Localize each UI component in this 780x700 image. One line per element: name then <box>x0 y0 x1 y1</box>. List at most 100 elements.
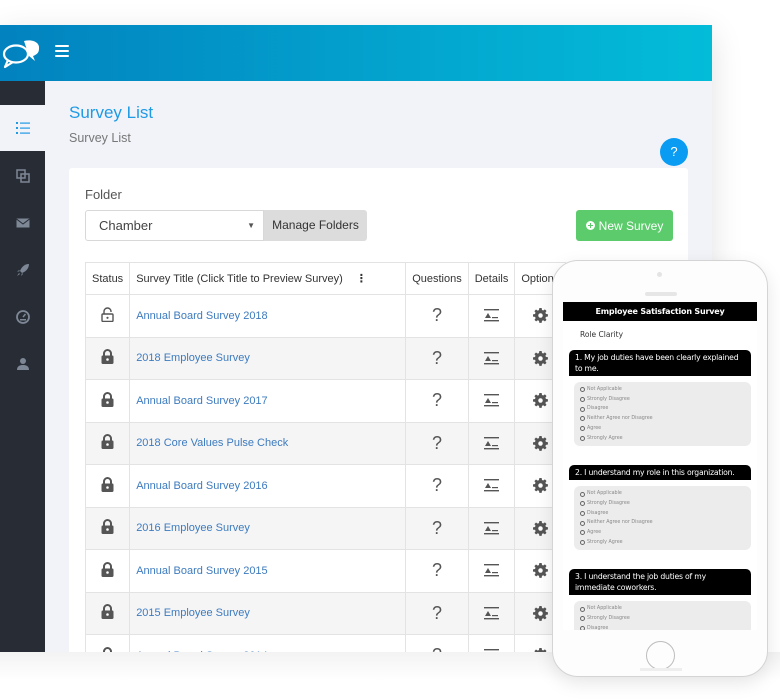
sidebar-item-dashboard[interactable] <box>0 294 45 340</box>
column-header-title: Survey Title (Click Title to Preview Sur… <box>129 262 407 295</box>
details-icon[interactable] <box>484 394 500 407</box>
option-label: Strongly Agree <box>587 539 623 545</box>
speech-bubbles-icon[interactable] <box>2 37 42 69</box>
status-cell <box>84 464 131 508</box>
preview-radio-option[interactable]: Agree <box>580 424 745 434</box>
details-icon[interactable] <box>484 521 500 535</box>
preview-radio-option[interactable]: Neither Agree nor Disagree <box>580 518 745 528</box>
questions-cell: ? <box>405 379 469 423</box>
details-cell <box>467 336 516 380</box>
questions-icon[interactable]: ? <box>432 475 442 495</box>
radio-icon <box>580 387 585 393</box>
option-label: Strongly Disagree <box>587 396 630 402</box>
preview-radio-option[interactable]: Disagree <box>580 509 745 519</box>
preview-radio-option[interactable]: Not Applicable <box>580 489 745 499</box>
gear-icon[interactable] <box>532 563 548 579</box>
phone-preview: Employee Satisfaction Survey Role Clarit… <box>552 260 768 677</box>
table-row: Annual Board Survey 2016 ? <box>84 464 567 508</box>
preview-radio-option[interactable]: Not Applicable <box>580 385 745 395</box>
survey-title-link[interactable]: 2016 Employee Survey <box>136 522 250 534</box>
plus-circle-icon <box>585 221 595 230</box>
help-button[interactable]: ? <box>660 138 688 166</box>
kebab-menu-icon[interactable]: ⋮ <box>356 272 367 285</box>
details-icon[interactable] <box>484 309 500 322</box>
questions-icon[interactable]: ? <box>432 603 442 623</box>
sidebar-item-email[interactable] <box>0 200 45 246</box>
radio-icon <box>580 540 585 546</box>
gear-icon[interactable] <box>532 350 548 366</box>
preview-radio-option[interactable]: Agree <box>580 528 745 538</box>
gear-icon[interactable] <box>532 605 548 621</box>
survey-title-link[interactable]: Annual Board Survey 2017 <box>136 395 267 407</box>
preview-radio-option[interactable]: Strongly Agree <box>580 538 745 548</box>
questions-cell: ? <box>405 294 469 338</box>
option-label: Disagree <box>587 625 609 630</box>
folder-select[interactable]: Chamber ▼ <box>85 210 264 241</box>
title-cell: 2016 Employee Survey <box>129 506 407 550</box>
new-survey-button[interactable]: New Survey <box>576 210 673 241</box>
preview-question: 3. I understand the job duties of my imm… <box>569 569 751 596</box>
questions-icon[interactable]: ? <box>432 645 442 652</box>
radio-icon <box>580 435 585 441</box>
option-label: Neither Agree nor Disagree <box>587 416 653 422</box>
details-cell <box>467 294 516 338</box>
survey-title-link[interactable]: Annual Board Survey 2018 <box>136 310 267 322</box>
hamburger-icon[interactable] <box>55 45 69 59</box>
sidebar-item-launch[interactable] <box>0 247 45 293</box>
gear-icon[interactable] <box>532 435 548 451</box>
preview-radio-option[interactable]: Disagree <box>580 404 745 414</box>
gear-icon[interactable] <box>532 478 548 494</box>
folder-label: Folder <box>85 187 122 202</box>
questions-cell: ? <box>405 506 469 550</box>
details-icon[interactable] <box>484 479 500 492</box>
survey-title-link[interactable]: Annual Board Survey 2015 <box>136 565 267 577</box>
user-icon <box>16 358 29 370</box>
questions-icon[interactable]: ? <box>432 560 442 580</box>
survey-title-link[interactable]: Annual Board Survey 2016 <box>136 480 267 492</box>
status-cell <box>84 294 131 338</box>
lock-icon <box>101 349 114 365</box>
radio-icon <box>580 520 585 526</box>
details-icon[interactable] <box>484 436 500 450</box>
details-cell <box>467 464 516 508</box>
gear-icon[interactable] <box>532 393 548 409</box>
gear-icon[interactable] <box>532 308 548 324</box>
option-label: Strongly Disagree <box>587 500 630 506</box>
survey-title-link[interactable]: 2018 Core Values Pulse Check <box>136 437 288 449</box>
table-row: 2018 Employee Survey ? <box>84 336 567 380</box>
questions-icon[interactable]: ? <box>432 305 442 325</box>
radio-icon <box>580 397 585 403</box>
survey-title-link[interactable]: 2015 Employee Survey <box>136 607 250 619</box>
questions-icon[interactable]: ? <box>432 390 442 410</box>
sidebar-item-copy[interactable] <box>0 153 45 199</box>
preview-radio-option[interactable]: Not Applicable <box>580 604 745 614</box>
questions-cell: ? <box>405 549 469 593</box>
details-icon[interactable] <box>484 606 500 620</box>
new-survey-label: New Survey <box>598 218 664 233</box>
sidebar-item-user[interactable] <box>0 341 45 387</box>
preview-radio-option[interactable]: Neither Agree nor Disagree <box>580 414 745 424</box>
preview-radio-option[interactable]: Strongly Disagree <box>580 614 745 624</box>
preview-radio-option[interactable]: Strongly Disagree <box>580 395 745 405</box>
sidebar-item-survey-list[interactable] <box>0 105 45 151</box>
manage-folders-button[interactable]: Manage Folders <box>264 210 367 241</box>
status-cell <box>84 506 131 550</box>
table-row: 2016 Employee Survey ? <box>84 506 567 550</box>
survey-title-link[interactable]: 2018 Employee Survey <box>136 352 250 364</box>
questions-cell: ? <box>405 336 469 380</box>
gear-icon[interactable] <box>532 520 548 536</box>
questions-icon[interactable]: ? <box>432 348 442 368</box>
column-header-title-label: Survey Title (Click Title to Preview Sur… <box>136 273 343 285</box>
preview-radio-option[interactable]: Strongly Disagree <box>580 499 745 509</box>
phone-home-button[interactable] <box>646 641 675 670</box>
title-cell: 2015 Employee Survey <box>129 591 407 635</box>
preview-radio-option[interactable]: Strongly Agree <box>580 434 745 444</box>
top-navbar <box>0 25 712 81</box>
details-icon[interactable] <box>484 564 500 577</box>
preview-radio-option[interactable]: Disagree <box>580 624 745 630</box>
preview-section-title: Role Clarity <box>580 330 624 339</box>
details-icon[interactable] <box>484 351 500 365</box>
questions-icon[interactable]: ? <box>432 518 442 538</box>
questions-icon[interactable]: ? <box>432 433 442 453</box>
